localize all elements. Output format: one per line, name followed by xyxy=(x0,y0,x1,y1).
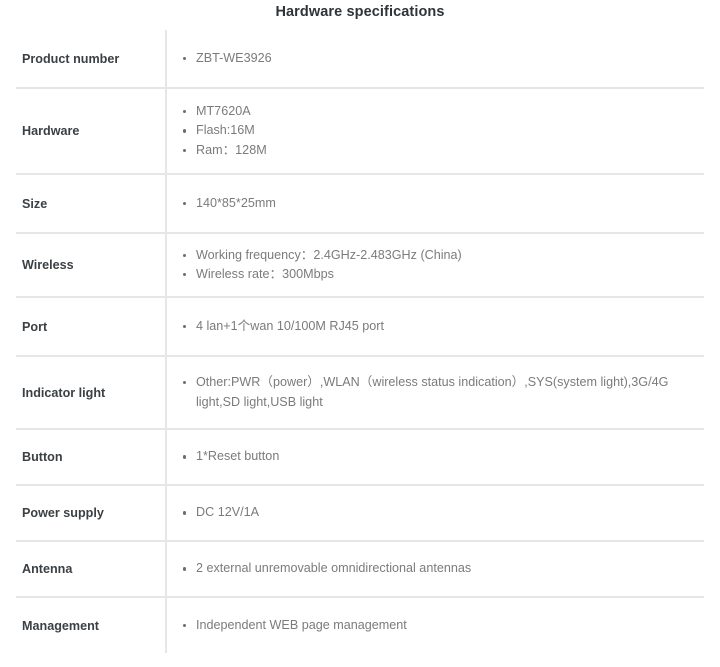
spec-value-port: 4 lan+1个wan 10/100M RJ45 port xyxy=(166,297,704,356)
bullet-list: MT7620A Flash:16M Ram：128M xyxy=(167,102,704,161)
list-item: 4 lan+1个wan 10/100M RJ45 port xyxy=(167,317,704,337)
list-item: Other:PWR（power）,WLAN（wireless status in… xyxy=(167,373,704,412)
spec-value-antenna: 2 external unremovable omnidirectional a… xyxy=(166,541,704,597)
hardware-specifications-page: Hardware specifications Product number Z… xyxy=(0,0,720,667)
spec-label-product-number: Product number xyxy=(16,30,167,88)
spec-label-port: Port xyxy=(16,297,167,356)
page-title: Hardware specifications xyxy=(275,4,445,20)
list-item: DC 12V/1A xyxy=(167,503,704,523)
bullet-list: 4 lan+1个wan 10/100M RJ45 port xyxy=(167,317,704,337)
spec-value-hardware: MT7620A Flash:16M Ram：128M xyxy=(166,88,704,174)
spec-value-size: 140*85*25mm xyxy=(166,174,704,233)
list-item: Wireless rate：300Mbps xyxy=(167,265,704,285)
table-row: Hardware MT7620A Flash:16M Ram：128M xyxy=(16,88,704,174)
spec-label-size: Size xyxy=(16,174,167,233)
bullet-list: Other:PWR（power）,WLAN（wireless status in… xyxy=(167,373,704,412)
table-row: Button 1*Reset button xyxy=(16,429,704,485)
spec-label-antenna: Antenna xyxy=(16,541,167,597)
spec-label-management: Management xyxy=(16,597,167,653)
list-item: Working frequency：2.4GHz-2.483GHz (China… xyxy=(167,246,704,266)
list-item: 140*85*25mm xyxy=(167,194,704,214)
spec-label-indicator-light: Indicator light xyxy=(16,356,167,429)
list-item: Ram：128M xyxy=(167,141,704,161)
spec-label-power-supply: Power supply xyxy=(16,485,167,541)
table-row: Management Independent WEB page manageme… xyxy=(16,597,704,653)
table-row: Size 140*85*25mm xyxy=(16,174,704,233)
table-row: Wireless Working frequency：2.4GHz-2.483G… xyxy=(16,233,704,297)
hardware-specifications-table: Product number ZBT-WE3926 Hardware MT762… xyxy=(16,30,704,653)
bullet-list: Independent WEB page management xyxy=(167,616,704,636)
table-row: Antenna 2 external unremovable omnidirec… xyxy=(16,541,704,597)
list-item: 1*Reset button xyxy=(167,447,704,467)
bullet-list: 1*Reset button xyxy=(167,447,704,467)
table-row: Indicator light Other:PWR（power）,WLAN（wi… xyxy=(16,356,704,429)
spec-label-button: Button xyxy=(16,429,167,485)
bullet-list: 2 external unremovable omnidirectional a… xyxy=(167,559,704,579)
table-row: Power supply DC 12V/1A xyxy=(16,485,704,541)
spec-value-product-number: ZBT-WE3926 xyxy=(166,30,704,88)
bullet-list: 140*85*25mm xyxy=(167,194,704,214)
spec-value-button: 1*Reset button xyxy=(166,429,704,485)
bullet-list: Working frequency：2.4GHz-2.483GHz (China… xyxy=(167,246,704,285)
table-row: Product number ZBT-WE3926 xyxy=(16,30,704,88)
list-item: 2 external unremovable omnidirectional a… xyxy=(167,559,704,579)
list-item: ZBT-WE3926 xyxy=(167,49,704,69)
list-item: MT7620A xyxy=(167,102,704,122)
spec-value-management: Independent WEB page management xyxy=(166,597,704,653)
spec-label-hardware: Hardware xyxy=(16,88,167,174)
spec-value-wireless: Working frequency：2.4GHz-2.483GHz (China… xyxy=(166,233,704,297)
table-row: Port 4 lan+1个wan 10/100M RJ45 port xyxy=(16,297,704,356)
bullet-list: DC 12V/1A xyxy=(167,503,704,523)
spec-value-power-supply: DC 12V/1A xyxy=(166,485,704,541)
bullet-list: ZBT-WE3926 xyxy=(167,49,704,69)
list-item: Independent WEB page management xyxy=(167,616,704,636)
spec-label-wireless: Wireless xyxy=(16,233,167,297)
list-item: Flash:16M xyxy=(167,121,704,141)
spec-value-indicator-light: Other:PWR（power）,WLAN（wireless status in… xyxy=(166,356,704,429)
